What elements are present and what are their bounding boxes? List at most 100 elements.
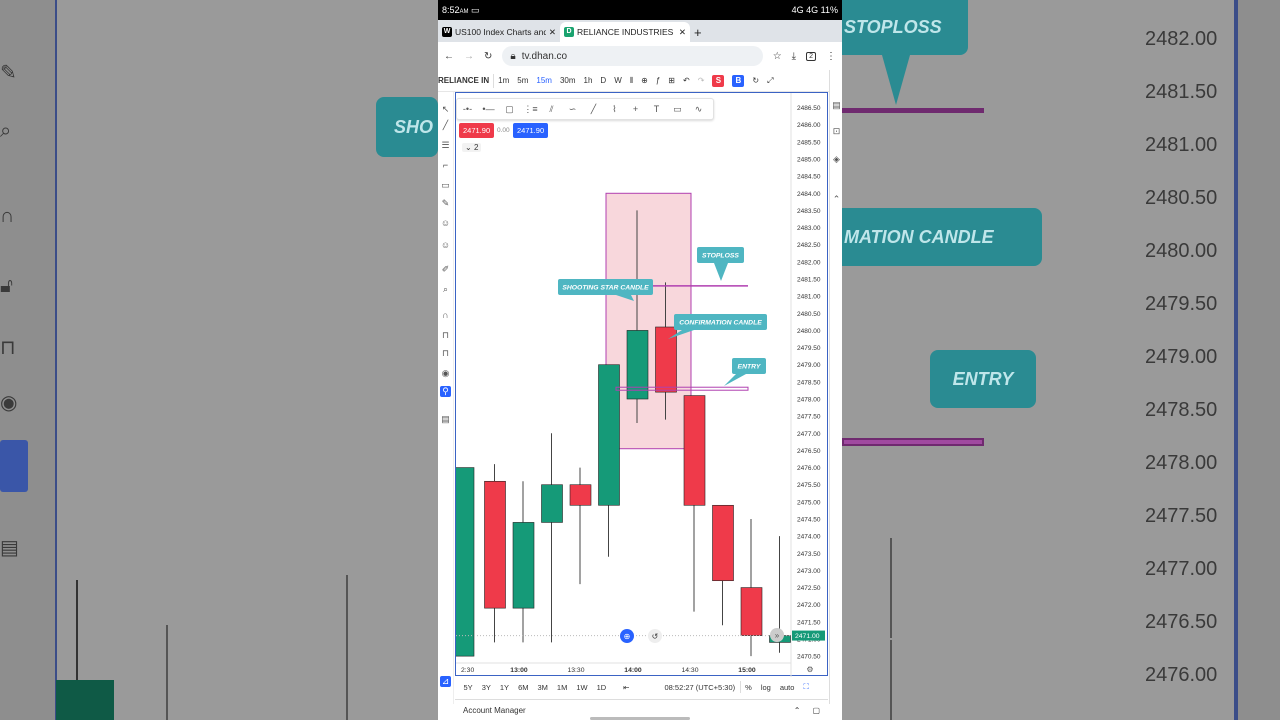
cursor-icon[interactable]: ↖: [440, 104, 451, 115]
download-icon[interactable]: ⤓: [792, 51, 796, 62]
fib-channel-icon[interactable]: ⋮≡: [520, 104, 541, 115]
account-manager-bar[interactable]: Account Manager ⌃ ▢: [455, 699, 828, 720]
interval-30m[interactable]: 30m: [556, 76, 580, 85]
star-icon[interactable]: ☆: [773, 51, 782, 62]
trendline-icon[interactable]: ╱: [440, 120, 451, 131]
fib-icon[interactable]: ☰: [440, 140, 451, 151]
range-3M[interactable]: 3M: [533, 683, 552, 692]
interval-1m[interactable]: 1m: [494, 76, 513, 85]
bg-left-wick: [76, 580, 78, 680]
close-icon[interactable]: ✕: [679, 27, 686, 38]
bg-price-tick: 2482.00: [1145, 28, 1218, 50]
menu-icon[interactable]: ⋮: [826, 51, 836, 62]
tab-count-icon[interactable]: 2: [806, 51, 816, 61]
ruler-icon[interactable]: ✐: [440, 264, 451, 275]
layers-icon[interactable]: ◈: [831, 154, 842, 165]
clock-display[interactable]: 08:52:27 (UTC+5:30): [660, 683, 740, 692]
magnet-icon[interactable]: ∩: [440, 310, 451, 321]
dhan-favicon-icon: D: [564, 27, 574, 37]
forward-icon[interactable]: →: [464, 51, 474, 62]
chart-canvas[interactable]: 2486.50 2486.00 2485.50 2485.00 2484.50 2484.…: [452, 93, 829, 677]
tab-reliance[interactable]: D RELIANCE INDUSTRIES L ✕: [560, 22, 690, 42]
entry-callout: ENTRY: [724, 358, 766, 386]
range-3Y[interactable]: 3Y: [477, 683, 495, 692]
text-icon[interactable]: ☺: [440, 218, 451, 229]
interval-5m[interactable]: 5m: [513, 76, 532, 85]
compare-icon[interactable]: ⊕: [637, 76, 652, 85]
crosshair-icon: ⊕: [624, 632, 631, 641]
interval-15m[interactable]: 15m: [532, 76, 556, 85]
auto-toggle[interactable]: auto: [775, 683, 799, 692]
symbol-name[interactable]: RELIANCE IN: [438, 76, 493, 85]
interval-1h[interactable]: 1h: [580, 76, 597, 85]
log-toggle[interactable]: log: [756, 683, 775, 692]
undo-icon[interactable]: ↶: [679, 76, 694, 85]
templates-icon[interactable]: ⊞: [664, 76, 679, 85]
indicators-toggle[interactable]: ⌄ 2: [462, 143, 482, 152]
lock-all-icon[interactable]: ⊓: [440, 348, 451, 359]
reload-icon[interactable]: ↻: [484, 51, 492, 62]
maximize-icon[interactable]: ▢: [812, 706, 820, 715]
candle-body: [683, 395, 706, 506]
settings-icon: ⚙: [806, 665, 813, 674]
sell-button[interactable]: S: [712, 74, 725, 87]
tab-us100[interactable]: W US100 Index Charts and ✕: [438, 22, 560, 42]
pattern-icon[interactable]: ⌐: [440, 160, 451, 171]
brush-icon[interactable]: ✎: [440, 198, 451, 209]
bg-left-wick2: [166, 625, 168, 720]
brush-icon[interactable]: ⌇: [604, 104, 625, 115]
refresh-icon[interactable]: ↻: [748, 76, 763, 85]
screen: SHO ✎ ⌕ ∩ 🔓︎ ⊓ ◉ ▤ STOPLOSS MATION CANDL…: [0, 0, 1280, 720]
trend-line-icon[interactable]: ╱: [583, 104, 604, 115]
candle-type-icon[interactable]: ⫴: [626, 76, 637, 86]
horizontal-ray-icon[interactable]: -•-: [457, 104, 478, 114]
eye-icon[interactable]: ◉: [440, 368, 451, 379]
buy-button[interactable]: B: [732, 74, 745, 87]
address-field[interactable]: 🔒︎ tv.dhan.co: [502, 46, 763, 66]
date-range-icon[interactable]: ⇤: [619, 683, 634, 692]
chart-area[interactable]: 2486.50 2486.00 2485.50 2485.00 2484.50 2484.…: [452, 92, 829, 677]
path-icon[interactable]: ∿: [688, 104, 709, 115]
trash-icon[interactable]: ▤: [440, 414, 451, 425]
price-tick-label: 2483.00: [797, 225, 821, 232]
candle-body: [452, 467, 475, 657]
text-tool-icon[interactable]: T: [646, 104, 667, 114]
indicators-icon[interactable]: ƒ: [652, 76, 664, 85]
collapse-icon[interactable]: ⌃: [831, 194, 842, 205]
bg-price-tick: 2477.50: [1145, 505, 1218, 527]
sync-icon[interactable]: ⚲: [440, 386, 451, 397]
back-icon[interactable]: ←: [444, 51, 454, 62]
range-1Y[interactable]: 1Y: [495, 683, 513, 692]
range-1D[interactable]: 1D: [592, 683, 611, 692]
close-icon[interactable]: ✕: [549, 27, 556, 38]
percent-toggle[interactable]: %: [741, 683, 757, 692]
interval-W[interactable]: W: [610, 76, 626, 85]
crosshair-icon[interactable]: +: [625, 104, 646, 114]
emoji-icon[interactable]: ☺: [440, 240, 451, 251]
range-1W[interactable]: 1W: [572, 683, 592, 692]
object-tree-icon[interactable]: ⊿: [440, 676, 451, 687]
rectangle-icon[interactable]: ▢: [499, 104, 520, 115]
redo-icon[interactable]: ↷: [694, 76, 709, 85]
sell-price-box[interactable]: 2471.90: [459, 123, 495, 138]
interval-D[interactable]: D: [596, 76, 610, 85]
comment-icon[interactable]: ▭: [667, 104, 688, 115]
horizontal-line-icon[interactable]: •—: [478, 104, 499, 114]
range-1M[interactable]: 1M: [552, 683, 571, 692]
expand-icon[interactable]: ⛶: [799, 682, 813, 692]
chevron-up-icon[interactable]: ⌃: [794, 706, 801, 715]
watchlist-icon[interactable]: ▤: [831, 100, 842, 111]
alerts-icon[interactable]: ⊡: [831, 126, 842, 137]
tab-label: US100 Index Charts and: [455, 27, 546, 37]
shape-icon[interactable]: ▭: [440, 180, 451, 191]
curve-icon[interactable]: ∽: [562, 104, 583, 115]
parallel-channel-icon[interactable]: ⫽: [541, 104, 562, 115]
buy-price-box[interactable]: 2471.90: [513, 123, 549, 138]
candle-body: [712, 504, 734, 582]
range-6M[interactable]: 6M: [514, 683, 533, 692]
lock-icon[interactable]: ⊓: [440, 330, 451, 341]
fullscreen-icon[interactable]: ⤢: [763, 76, 777, 86]
new-tab-button[interactable]: +: [690, 22, 706, 42]
range-5Y[interactable]: 5Y: [459, 683, 477, 692]
zoom-icon[interactable]: ⌕: [440, 284, 451, 295]
